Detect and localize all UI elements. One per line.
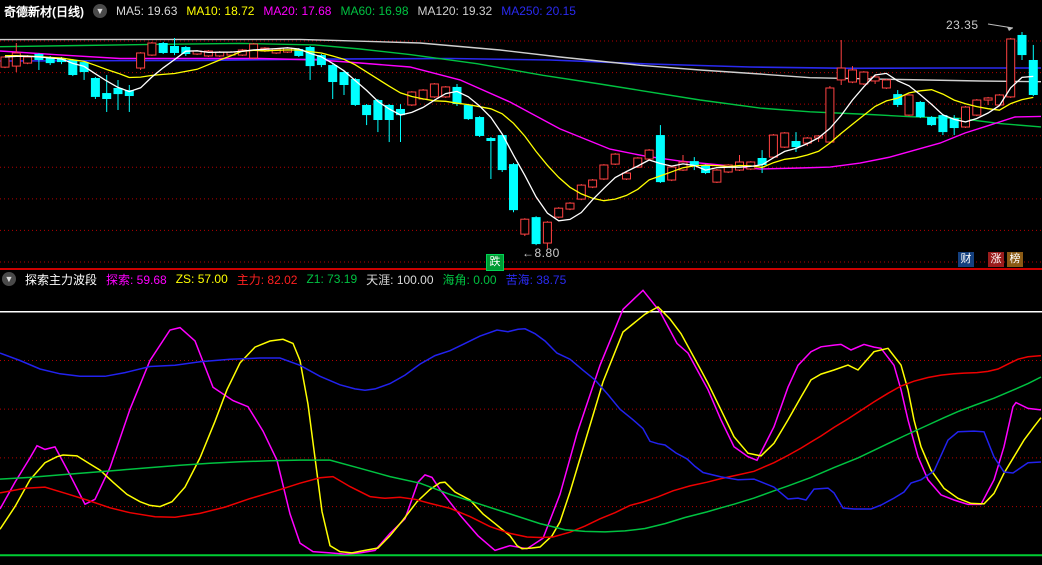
ma120-label: MA120: 19.32 <box>417 4 493 18</box>
ma20-label: MA20: 17.68 <box>263 4 332 18</box>
low-price-annotation: ←8.80 <box>522 246 560 260</box>
chevron-down-icon[interactable]: ▼ <box>2 272 16 286</box>
ma250-label: MA250: 20.15 <box>501 4 576 18</box>
ma5-label: MA5: 19.63 <box>116 4 178 18</box>
finance-badge[interactable]: 财 <box>958 252 974 267</box>
zs-value: ZS: 57.00 <box>175 272 228 286</box>
ma60-label: MA60: 16.98 <box>340 4 409 18</box>
top-header-bar: 奇德新材(日线) ▼ MA5: 19.63 MA10: 18.72 MA20: … <box>4 2 576 20</box>
z1-value: Z1: 73.19 <box>306 272 358 286</box>
kuhai-value: 苦海: 38.75 <box>505 272 567 287</box>
indicator-name: 探索主力波段 <box>25 272 98 287</box>
fall-badge: 跌 <box>486 254 504 271</box>
rise-badge[interactable]: 涨 <box>988 252 1004 267</box>
trading-app-window: 奇德新材(日线) ▼ MA5: 19.63 MA10: 18.72 MA20: … <box>0 0 1042 565</box>
tianya-value: 天涯: 100.00 <box>366 272 434 287</box>
high-price-annotation: 23.35 <box>946 18 979 32</box>
indicator-header-bar: ▼ 探索主力波段 探索: 59.68 ZS: 57.00 主力: 82.02 Z… <box>2 271 566 287</box>
rank-badge[interactable]: 榜 <box>1007 252 1023 267</box>
zhuli-value: 主力: 82.02 <box>236 272 298 287</box>
tansuo-value: 探索: 59.68 <box>106 272 167 287</box>
stock-title: 奇德新材(日线) <box>4 4 84 19</box>
chevron-down-icon[interactable]: ▼ <box>93 4 107 18</box>
haijiao-value: 海角: 0.00 <box>442 272 497 287</box>
ma10-label: MA10: 18.72 <box>186 4 255 18</box>
